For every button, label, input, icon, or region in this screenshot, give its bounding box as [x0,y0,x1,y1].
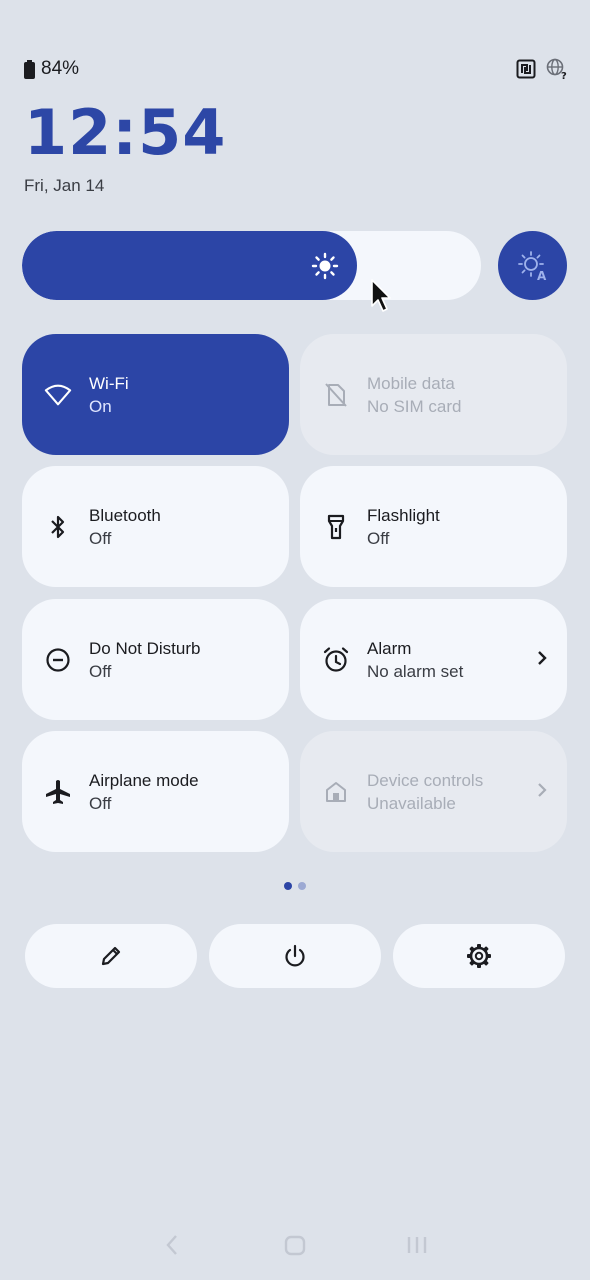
mouse-cursor-icon [370,278,394,319]
power-icon [285,944,305,967]
tile-label: Alarm [367,639,412,658]
tile-wifi[interactable]: Wi-Fi On [22,334,289,455]
sun-icon [311,252,339,285]
chevron-right-icon [535,647,549,674]
do-not-disturb-icon [44,646,72,674]
bluetooth-icon [44,513,72,541]
tile-status: On [89,397,112,416]
tile-label: Airplane mode [89,771,199,790]
tile-alarm[interactable]: Alarm No alarm set [300,599,567,720]
alarm-icon [322,646,350,674]
tile-status: No SIM card [367,397,462,416]
svg-text:A: A [537,269,547,282]
tile-label: Device controls [367,771,484,790]
tile-status: Off [367,529,390,548]
settings-icon [467,944,491,968]
back-icon[interactable] [162,1230,182,1265]
airplane-icon [44,778,72,806]
settings-button[interactable] [393,924,565,988]
status-bar: 84% ? [24,56,568,80]
brightness-slider-fill[interactable] [22,231,358,300]
tile-status: No alarm set [367,662,464,681]
tile-label: Do Not Disturb [89,639,201,658]
auto-brightness-button[interactable]: A [498,231,567,300]
tile-status: Unavailable [367,794,456,813]
edit-icon [101,946,121,966]
edit-button[interactable] [25,924,197,988]
wifi-icon [44,381,72,409]
chevron-right-icon [535,779,549,806]
quick-actions [25,924,565,988]
brightness-slider[interactable] [22,231,481,300]
tile-status: Off [89,529,112,548]
tile-label: Mobile data [367,374,455,393]
no-sim-icon [322,381,350,409]
home-icon [322,778,350,806]
tile-label: Wi-Fi [89,374,129,393]
battery-icon [24,59,35,79]
power-button[interactable] [209,924,381,988]
page-dot [298,882,306,890]
tile-mobile-data[interactable]: Mobile data No SIM card [300,334,567,455]
tile-status: Off [89,662,112,681]
nfc-icon [516,59,536,79]
page-indicator [284,882,306,890]
navigation-bar [0,1230,590,1262]
tile-label: Bluetooth [89,506,161,525]
tile-label: Flashlight [367,506,440,525]
home-nav-icon[interactable] [283,1230,307,1265]
svg-text:?: ? [561,71,567,80]
flashlight-icon [322,513,350,541]
clock-date: Fri, Jan 14 [24,176,105,195]
tile-airplane-mode[interactable]: Airplane mode Off [22,731,289,852]
page-dot-current [284,882,292,890]
tile-device-controls[interactable]: Device controls Unavailable [300,731,567,852]
tile-flashlight[interactable]: Flashlight Off [300,466,567,587]
recents-icon[interactable] [404,1230,430,1265]
clock-time: 12:54 [24,96,227,169]
tile-do-not-disturb[interactable]: Do Not Disturb Off [22,599,289,720]
battery-percentage: 84% [41,58,80,79]
battery-indicator: 84% [24,58,79,80]
tile-bluetooth[interactable]: Bluetooth Off [22,466,289,587]
globe-question-icon: ? [546,58,567,80]
auto-brightness-icon: A [517,250,547,282]
tile-status: Off [89,794,112,813]
